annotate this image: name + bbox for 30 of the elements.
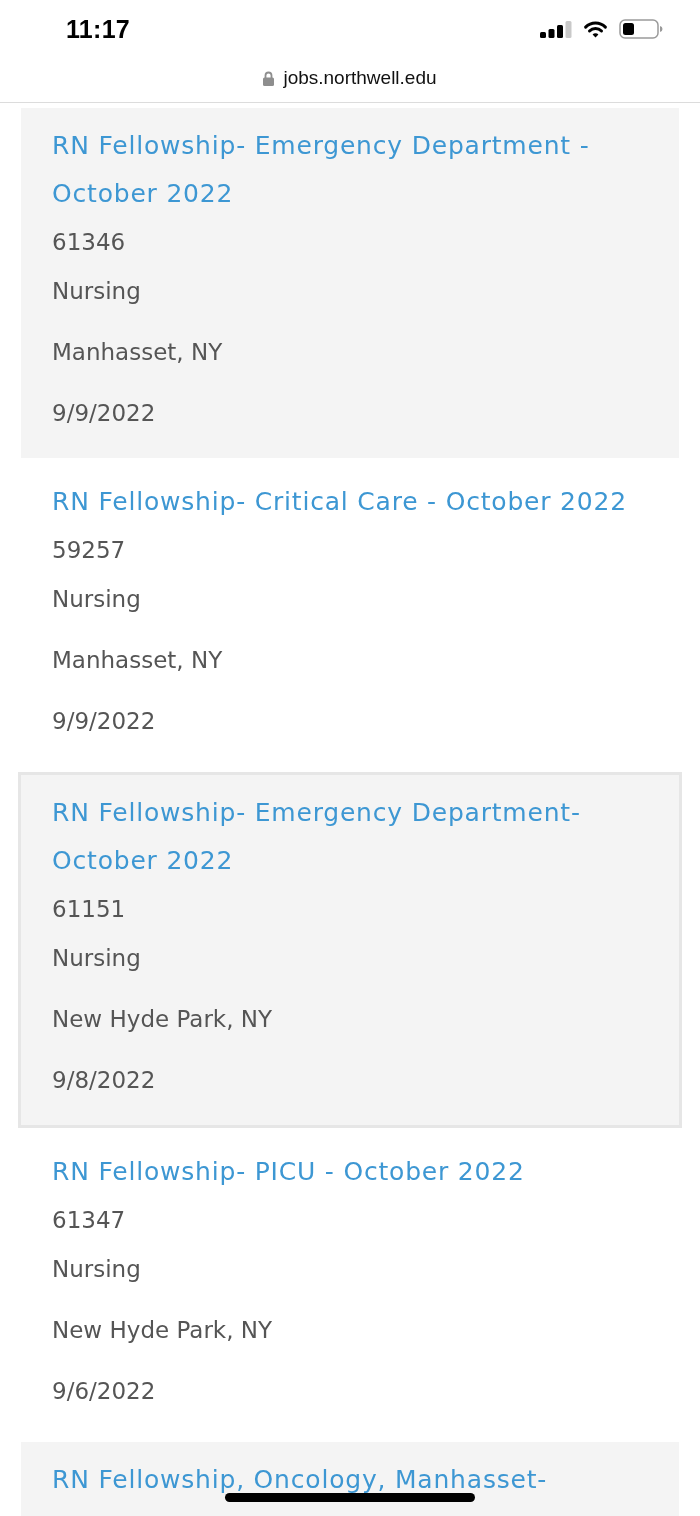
job-category: Nursing [52, 585, 141, 614]
signal-icon [540, 20, 572, 38]
status-time: 11:17 [66, 14, 131, 44]
posted-date: 9/9/2022 [52, 399, 156, 428]
job-location: Manhasset, NY [52, 646, 223, 675]
job-id: 61346 [52, 228, 126, 257]
lock-icon [263, 70, 275, 86]
address-url[interactable]: jobs.northwell.edu [283, 67, 437, 89]
job-title-link[interactable]: RN Fellowship- Critical Care - October 2022 [52, 478, 627, 526]
job-category: Nursing [52, 944, 141, 973]
wifi-icon [583, 20, 608, 38]
job-card[interactable]: RN Fellowship- Emergency Department- October 2022 61151 Nursing New Hyde Park, NY 9/8/2022 [18, 772, 682, 1128]
job-title-link[interactable]: RN Fellowship- Emergency Department - October 2022 [52, 122, 648, 218]
job-title-link[interactable]: RN Fellowship- PICU - October 2022 [52, 1148, 525, 1196]
job-category: Nursing [52, 277, 141, 306]
job-location: Manhasset, NY [52, 338, 223, 367]
job-location: New Hyde Park, NY [52, 1316, 273, 1345]
job-card[interactable]: RN Fellowship, Oncology, Manhasset- [21, 1442, 679, 1516]
job-id: 61151 [52, 895, 126, 924]
posted-date: 9/9/2022 [52, 707, 156, 736]
battery-icon [619, 19, 663, 39]
job-id: 61347 [52, 1206, 126, 1235]
job-location: New Hyde Park, NY [52, 1005, 273, 1034]
posted-date: 9/6/2022 [52, 1377, 156, 1406]
posted-date: 9/8/2022 [52, 1066, 156, 1095]
job-card[interactable]: RN Fellowship- Emergency Department - October 2022 61346 Nursing Manhasset, NY 9/9/2022 [21, 108, 679, 458]
job-title-link[interactable]: RN Fellowship, Oncology, Manhasset- [52, 1456, 548, 1504]
job-id: 59257 [52, 536, 126, 565]
job-title-link[interactable]: RN Fellowship- Emergency Department- October 2022 [52, 789, 648, 885]
job-category: Nursing [52, 1255, 141, 1284]
